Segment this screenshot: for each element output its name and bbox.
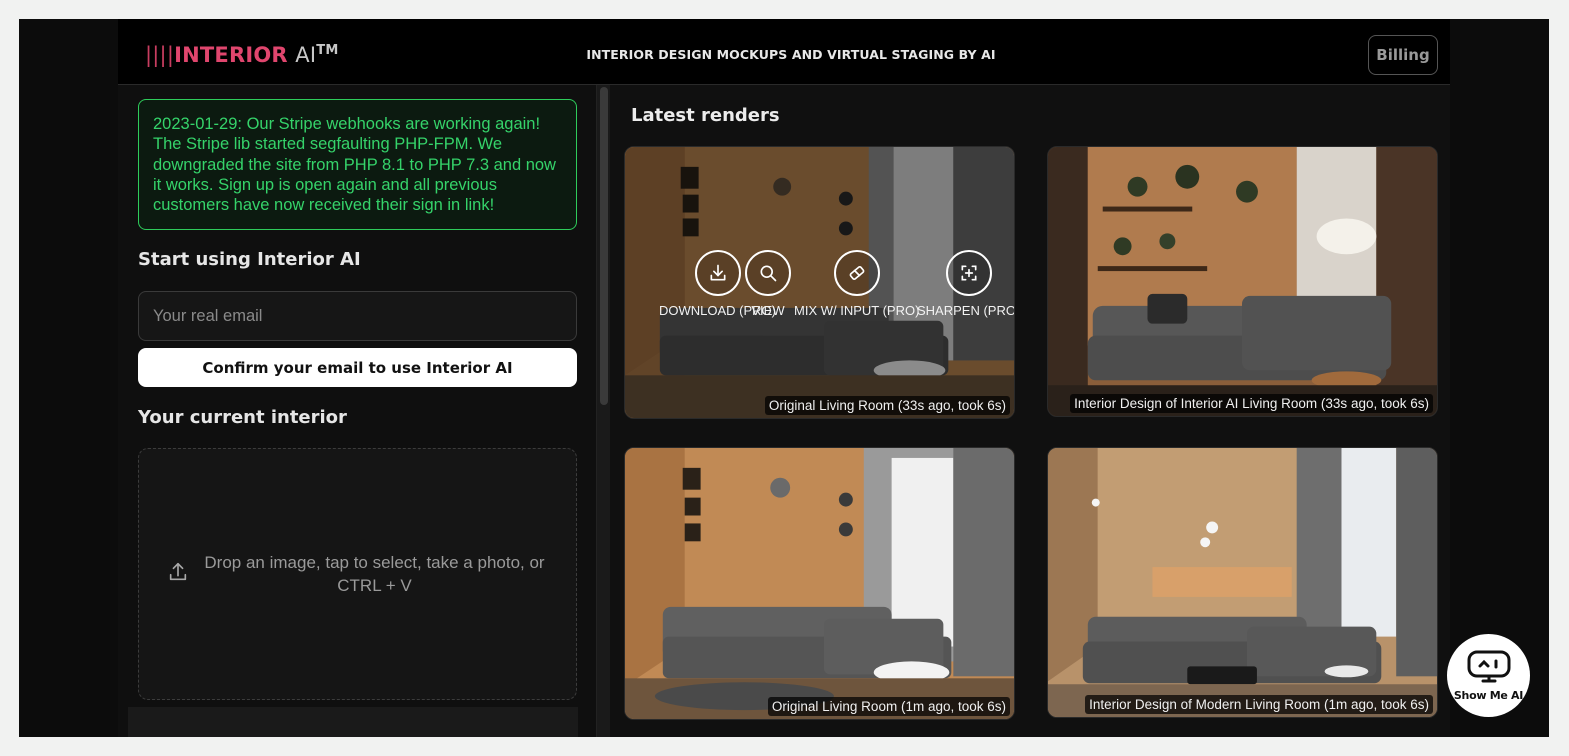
- render-card[interactable]: Original Living Room (1m ago, took 6s): [624, 447, 1015, 720]
- email-input[interactable]: [138, 291, 577, 341]
- render-card[interactable]: DOWNLOAD (PRO) VIEW MIX W/ INPUT (PRO) S…: [624, 146, 1015, 419]
- search-icon[interactable]: [745, 250, 791, 296]
- render-card[interactable]: Interior Design of Interior AI Living Ro…: [1047, 146, 1438, 417]
- start-heading: Start using Interior AI: [138, 249, 361, 270]
- sidebar-scrollbar[interactable]: [596, 85, 610, 737]
- widget-label: Show Me AI: [1453, 689, 1524, 702]
- render-card[interactable]: Interior Design of Modern Living Room (1…: [1047, 447, 1438, 718]
- latest-renders-heading: Latest renders: [631, 105, 780, 126]
- current-interior-heading: Your current interior: [138, 407, 347, 428]
- render-image: [1048, 147, 1437, 416]
- app-container: ||||INTERIOR AITM INTERIOR DESIGN MOCKUP…: [118, 19, 1450, 737]
- render-caption: Original Living Room (33s ago, took 6s): [764, 396, 1010, 415]
- view-label: VIEW: [751, 303, 785, 318]
- main-content: Latest renders DOWNLOAD (PRO) VIEW MIX W…: [610, 85, 1450, 737]
- mix-label: MIX W/ INPUT (PRO): [794, 303, 920, 318]
- billing-button[interactable]: Billing: [1368, 35, 1438, 75]
- dropzone-text: Drop an image, tap to select, take a pho…: [204, 553, 545, 595]
- render-caption: Interior Design of Interior AI Living Ro…: [1070, 394, 1433, 413]
- eraser-icon[interactable]: [833, 250, 880, 296]
- render-caption: Original Living Room (1m ago, took 6s): [767, 697, 1010, 716]
- show-me-ai-widget[interactable]: Show Me AI: [1447, 634, 1530, 717]
- sidebar: 2023-01-29: Our Stripe webhooks are work…: [118, 85, 596, 737]
- render-image: [625, 448, 1014, 719]
- header: ||||INTERIOR AITM INTERIOR DESIGN MOCKUP…: [118, 19, 1450, 85]
- sharpen-label: SHARPEN (PRO): [917, 303, 1015, 318]
- mix-action[interactable]: MIX W/ INPUT (PRO): [794, 250, 919, 318]
- focus-icon[interactable]: [945, 250, 992, 296]
- sidebar-next-section: [128, 707, 578, 737]
- render-caption: Interior Design of Modern Living Room (1…: [1085, 695, 1433, 714]
- download-icon[interactable]: [694, 250, 741, 296]
- confirm-email-button[interactable]: Confirm your email to use Interior AI: [138, 348, 577, 387]
- upload-icon: [167, 561, 189, 587]
- browser-frame: ||||INTERIOR AITM INTERIOR DESIGN MOCKUP…: [19, 19, 1549, 737]
- robot-icon: [1466, 649, 1512, 687]
- sharpen-action[interactable]: SHARPEN (PRO): [917, 250, 1015, 318]
- status-notice: 2023-01-29: Our Stripe webhooks are work…: [138, 99, 577, 230]
- scrollbar-thumb[interactable]: [600, 87, 608, 405]
- tagline: INTERIOR DESIGN MOCKUPS AND VIRTUAL STAG…: [586, 47, 996, 62]
- image-dropzone[interactable]: Drop an image, tap to select, take a pho…: [138, 448, 577, 700]
- view-action[interactable]: VIEW: [745, 250, 791, 318]
- render-image: [1048, 448, 1437, 717]
